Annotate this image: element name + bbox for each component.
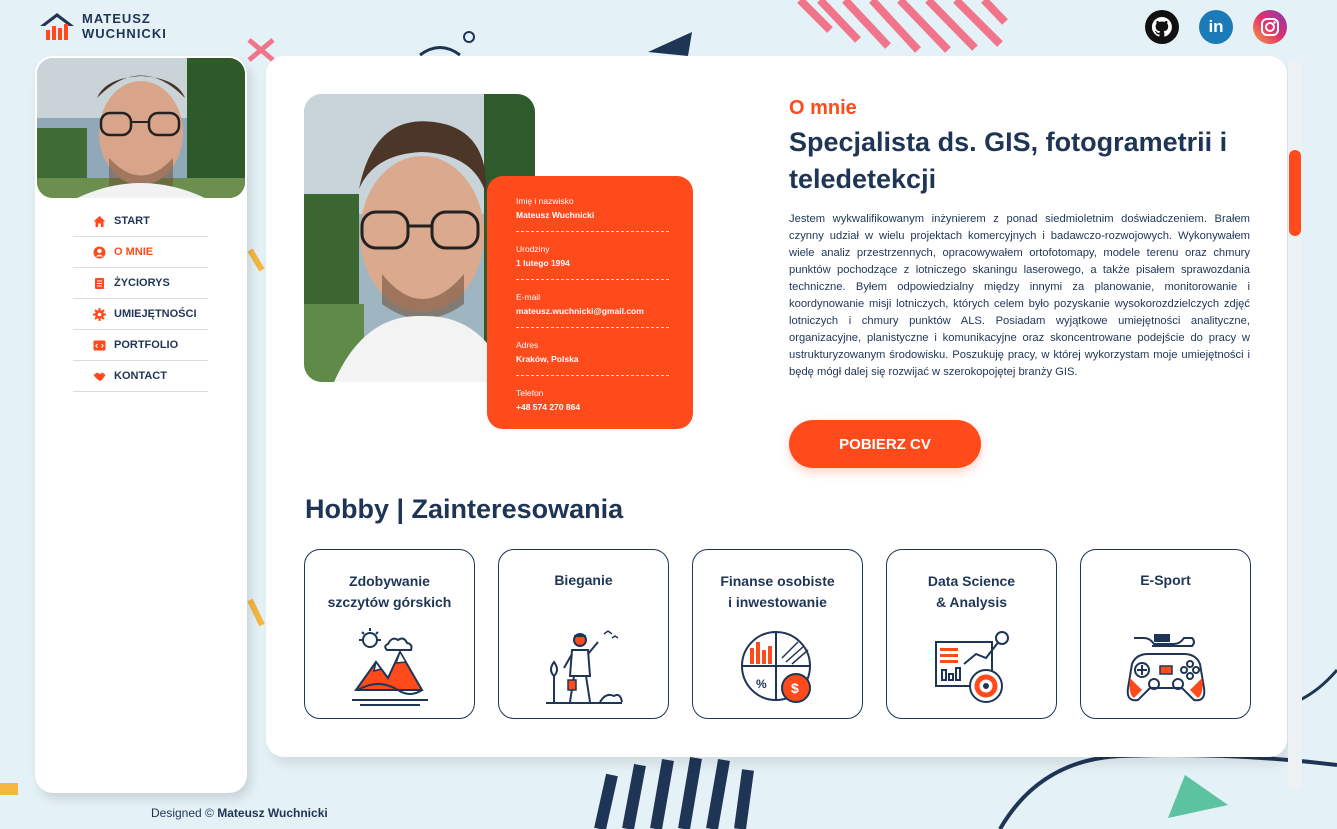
info-row-email: E-mail mateusz.wuchnicki@gmail.com bbox=[516, 292, 669, 328]
phone-label: Telefon bbox=[516, 388, 544, 398]
data-analysis-icon bbox=[934, 631, 1009, 703]
nav-item-o-mnie[interactable]: O MNIE bbox=[73, 237, 208, 268]
hobby-label: Zdobywanie szczytów górskich bbox=[315, 570, 465, 614]
main-navigation: START O MNIE ŻYCIORYS UMIEJĘTNOŚCI PORTF… bbox=[73, 206, 208, 392]
personal-info-card: Imię i nazwisko Mateusz Wuchnicki Urodzi… bbox=[487, 176, 693, 429]
hobby-label-line1: Bieganie bbox=[554, 572, 613, 588]
hobbies-heading: Hobby | Zainteresowania bbox=[305, 494, 624, 524]
email-label: E-mail bbox=[516, 292, 541, 302]
hobby-label-line2: szczytów górskich bbox=[327, 594, 452, 610]
page-title: Specjalista ds. GIS, fotogrametrii i tel… bbox=[789, 127, 1228, 194]
info-row-name: Imię i nazwisko Mateusz Wuchnicki bbox=[516, 196, 669, 232]
hobby-label: Data Science & Analysis bbox=[897, 570, 1047, 614]
info-row-birth: Urodziny 1 lutego 1994 bbox=[516, 244, 669, 280]
footer-prefix: Designed © bbox=[151, 806, 214, 820]
info-row-address: Adres Kraków, Polska bbox=[516, 340, 669, 376]
footer-author[interactable]: Mateusz Wuchnicki bbox=[217, 806, 327, 820]
phone-value[interactable]: +48 574 270 864 bbox=[516, 402, 669, 413]
hobby-label: E-Sport bbox=[1091, 570, 1241, 614]
logo-mark-icon bbox=[40, 13, 74, 40]
hobby-label: Bieganie bbox=[509, 570, 659, 614]
name-value: Mateusz Wuchnicki bbox=[516, 210, 595, 220]
nav-label-kontact: KONTACT bbox=[114, 370, 167, 382]
social-links: in bbox=[1145, 10, 1287, 44]
about-kicker: O mnie bbox=[789, 97, 857, 119]
linkedin-icon[interactable]: in bbox=[1199, 10, 1233, 44]
hobby-label-line1: E-Sport bbox=[1140, 572, 1191, 588]
user-icon bbox=[93, 246, 106, 259]
document-icon bbox=[93, 277, 106, 290]
hobby-label-line2: & Analysis bbox=[935, 594, 1008, 610]
code-icon bbox=[93, 339, 106, 352]
handshake-icon bbox=[93, 370, 106, 383]
hobby-card-mountains[interactable]: Zdobywanie szczytów górskich bbox=[304, 549, 475, 719]
info-row-phone: Telefon +48 574 270 864 bbox=[516, 388, 669, 423]
hobby-label-line2: i inwestowanie bbox=[728, 594, 827, 610]
scrollbar-thumb[interactable] bbox=[1289, 150, 1301, 236]
nav-item-zyciorys[interactable]: ŻYCIORYS bbox=[73, 268, 208, 299]
nav-item-kontact[interactable]: KONTACT bbox=[73, 361, 208, 392]
runner-icon bbox=[545, 630, 623, 704]
hobby-label-line1: Finanse osobiste bbox=[720, 573, 835, 589]
name-label: Imię i nazwisko bbox=[516, 196, 574, 206]
footer-credit: Designed © Mateusz Wuchnicki bbox=[151, 806, 328, 820]
gamepad-icon bbox=[1126, 634, 1205, 702]
hobby-label-line1: Zdobywanie bbox=[349, 573, 430, 589]
nav-item-start[interactable]: START bbox=[73, 206, 208, 237]
email-value[interactable]: mateusz.wuchnicki@gmail.com bbox=[516, 306, 669, 317]
nav-item-portfolio[interactable]: PORTFOLIO bbox=[73, 330, 208, 361]
nav-label-start: START bbox=[114, 215, 150, 227]
address-label: Adres bbox=[516, 340, 539, 350]
nav-label-umiejetnosci: UMIEJĘTNOŚCI bbox=[114, 308, 197, 320]
hobbies-list: Zdobywanie szczytów górskich Bieganie Fi… bbox=[304, 549, 1251, 719]
nav-label-zyciorys: ŻYCIORYS bbox=[114, 277, 170, 289]
brand-line-2: WUCHNICKI bbox=[82, 26, 167, 41]
nav-label-o-mnie: O MNIE bbox=[114, 246, 154, 258]
brand-line-1: MATEUSZ bbox=[82, 11, 151, 26]
home-icon bbox=[93, 215, 106, 228]
birth-value: 1 lutego 1994 bbox=[516, 258, 570, 268]
nav-label-portfolio: PORTFOLIO bbox=[114, 339, 179, 351]
address-value: Kraków, Polska bbox=[516, 354, 579, 364]
mountains-icon bbox=[351, 628, 428, 706]
brand-logo[interactable]: MATEUSZ WUCHNICKI bbox=[38, 10, 167, 42]
sidebar: START O MNIE ŻYCIORYS UMIEJĘTNOŚCI PORTF… bbox=[35, 56, 247, 793]
instagram-icon[interactable] bbox=[1253, 10, 1287, 44]
hobby-card-esport[interactable]: E-Sport bbox=[1080, 549, 1251, 719]
hobby-label: Finanse osobiste i inwestowanie bbox=[703, 570, 853, 614]
hobby-card-running[interactable]: Bieganie bbox=[498, 549, 669, 719]
brand-name: MATEUSZ WUCHNICKI bbox=[82, 11, 167, 41]
finance-chart-icon: % $ bbox=[740, 631, 811, 703]
hobby-label-line1: Data Science bbox=[927, 573, 1016, 589]
nav-item-umiejetnosci[interactable]: UMIEJĘTNOŚCI bbox=[73, 299, 208, 330]
hobby-card-finance[interactable]: Finanse osobiste i inwestowanie % $ bbox=[692, 549, 863, 719]
download-cv-button[interactable]: POBIERZ CV bbox=[789, 420, 981, 468]
svg-text:$: $ bbox=[791, 680, 799, 696]
birth-label: Urodziny bbox=[516, 244, 550, 254]
about-description: Jestem wykwalifikowanym inżynierem z pon… bbox=[789, 213, 1250, 378]
svg-text:%: % bbox=[756, 677, 767, 691]
gear-icon bbox=[93, 307, 106, 321]
sidebar-profile-photo bbox=[37, 58, 245, 198]
github-icon[interactable] bbox=[1145, 10, 1179, 44]
hobby-card-data-science[interactable]: Data Science & Analysis bbox=[886, 549, 1057, 719]
